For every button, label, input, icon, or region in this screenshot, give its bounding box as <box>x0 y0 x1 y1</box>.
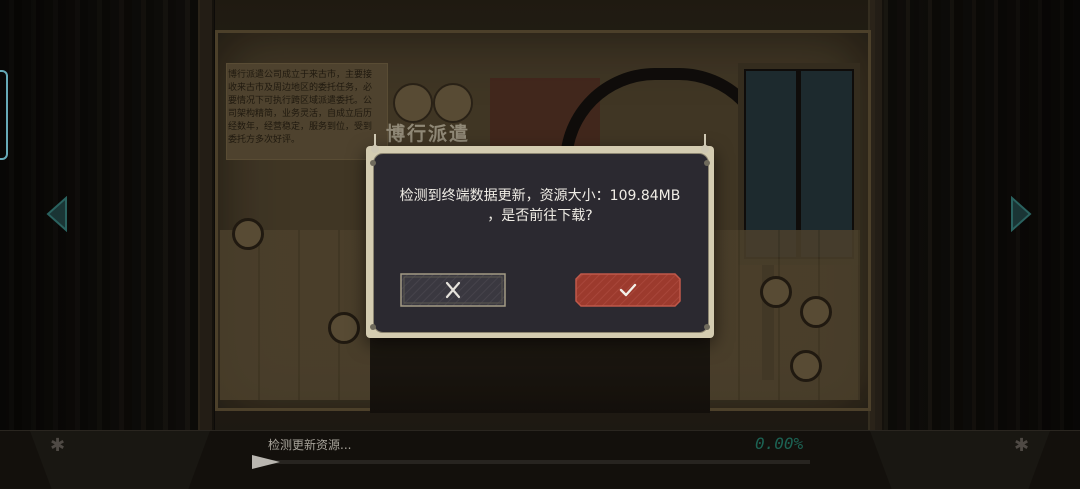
hanging-hook-icon <box>701 134 709 153</box>
update-message-line2: ，是否前往下载? <box>487 208 593 224</box>
close-icon <box>445 281 461 299</box>
check-icon <box>619 283 637 297</box>
cancel-button[interactable] <box>400 273 506 307</box>
confirm-button[interactable] <box>575 273 681 307</box>
rivet-icon <box>370 324 376 330</box>
rivet-icon <box>704 160 710 166</box>
update-message: 检测到终端数据更新，资源大小：109.84MB ，是否前往下载? <box>373 186 707 226</box>
rivet-icon <box>370 160 376 166</box>
update-message-line1: 检测到终端数据更新，资源大小：109.84MB <box>399 188 681 204</box>
rivet-icon <box>704 324 710 330</box>
hanging-hook-icon <box>371 134 379 153</box>
